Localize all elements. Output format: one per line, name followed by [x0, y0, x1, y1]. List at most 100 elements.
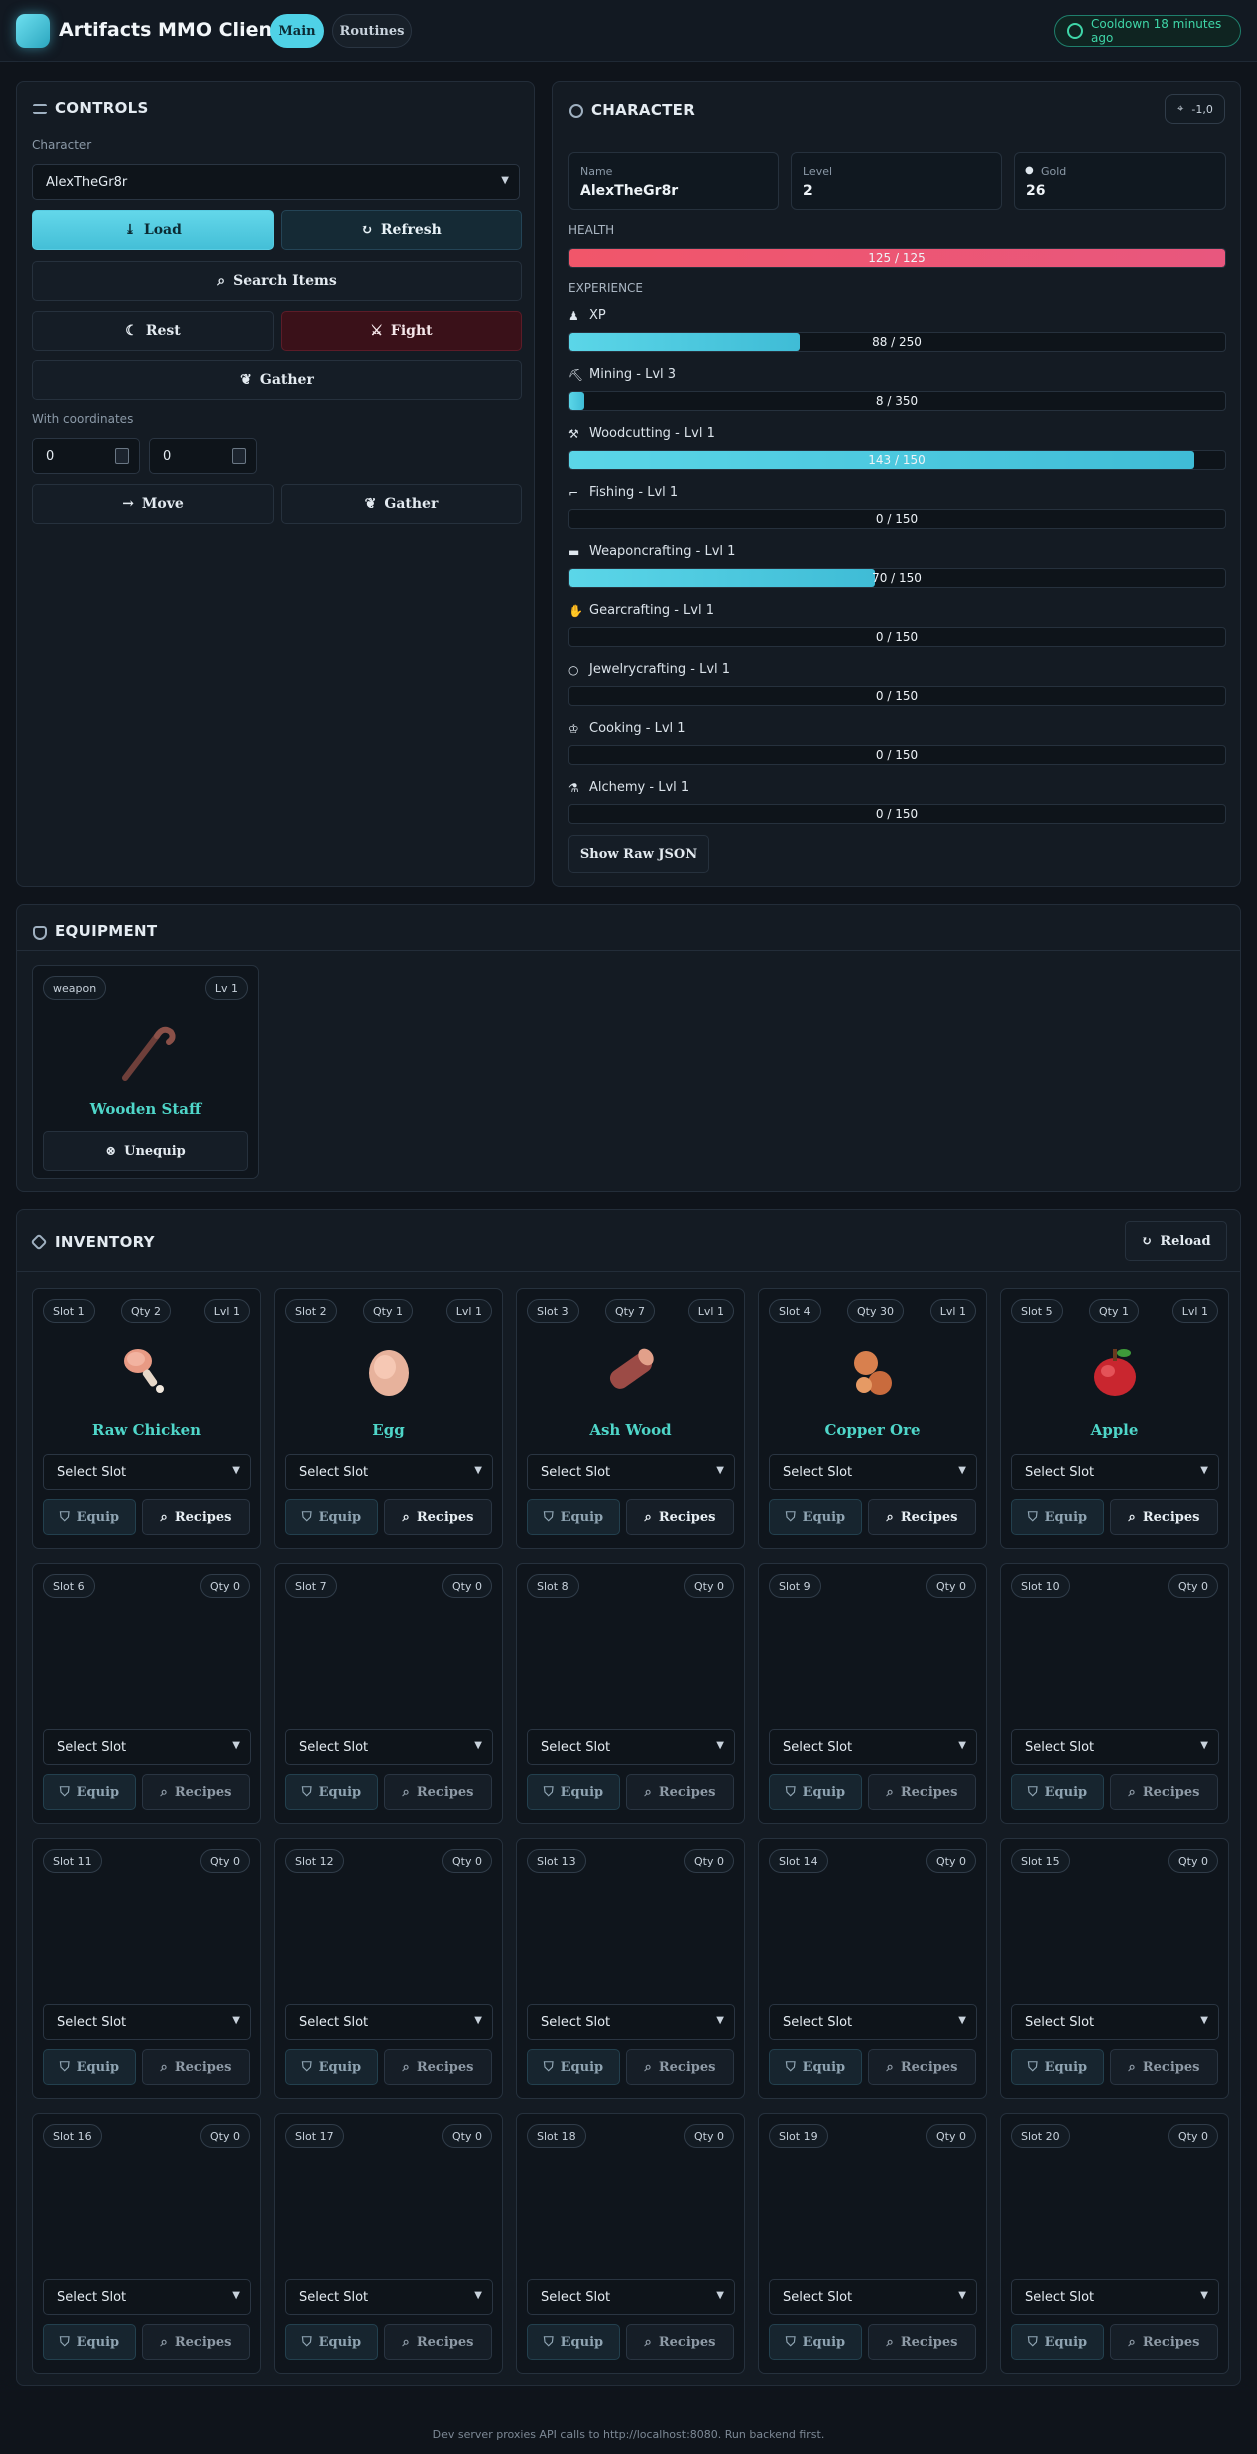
- equip-button[interactable]: ⛉ Equip: [43, 2049, 136, 2085]
- shield-icon: ⛉: [785, 2334, 796, 2350]
- slot-select[interactable]: Select Slot ▼: [43, 1729, 251, 1765]
- slot-select[interactable]: Select Slot ▼: [769, 1729, 977, 1765]
- equip-button[interactable]: ⛉ Equip: [527, 1774, 620, 1810]
- recipes-button[interactable]: ⌕ Recipes: [626, 1774, 734, 1810]
- equip-button[interactable]: ⛉ Equip: [285, 1499, 378, 1535]
- refresh-button[interactable]: ↻ Refresh: [281, 210, 522, 250]
- slot-select[interactable]: Select Slot ▼: [1011, 1454, 1219, 1490]
- rest-button[interactable]: ☾ Rest: [32, 311, 274, 351]
- axe-icon: ⚒: [568, 427, 579, 441]
- slot-select[interactable]: Select Slot ▼: [43, 1454, 251, 1490]
- load-button[interactable]: ⤓ Load: [32, 210, 274, 250]
- shield-icon: ⛉: [1027, 1509, 1038, 1525]
- equip-button[interactable]: ⛉ Equip: [1011, 1499, 1104, 1535]
- y-coord-stepper[interactable]: [232, 448, 246, 464]
- recipes-button[interactable]: ⌕ Recipes: [384, 2049, 492, 2085]
- recipes-button[interactable]: ⌕ Recipes: [142, 2324, 250, 2360]
- equip-button[interactable]: ⛉ Equip: [1011, 1774, 1104, 1810]
- slot-select[interactable]: Select Slot ▼: [527, 1729, 735, 1765]
- cooldown-text: Cooldown 18 minutes ago: [1091, 17, 1222, 45]
- recipes-button[interactable]: ⌕ Recipes: [1110, 1774, 1218, 1810]
- equip-button[interactable]: ⛉ Equip: [527, 2324, 620, 2360]
- character-select[interactable]: AlexTheGr8r ▼: [32, 164, 520, 200]
- fight-button[interactable]: ⚔ Fight: [281, 311, 522, 351]
- x-coord-stepper[interactable]: [115, 448, 129, 464]
- recipes-button[interactable]: ⌕ Recipes: [142, 2049, 250, 2085]
- x-coord-input[interactable]: 0: [32, 438, 140, 474]
- search-icon: ⌕: [1128, 1509, 1136, 1525]
- equip-button[interactable]: ⛉ Equip: [285, 2049, 378, 2085]
- reload-button[interactable]: ↻ Reload: [1125, 1221, 1227, 1261]
- equip-button[interactable]: ⛉ Equip: [43, 1774, 136, 1810]
- slot-select-value: Select Slot: [1025, 1739, 1095, 1755]
- slot-select-value: Select Slot: [783, 2014, 853, 2030]
- recipes-button[interactable]: ⌕ Recipes: [142, 1774, 250, 1810]
- slot-select[interactable]: Select Slot ▼: [285, 1454, 493, 1490]
- recipes-button[interactable]: ⌕ Recipes: [384, 2324, 492, 2360]
- equip-button[interactable]: ⛉ Equip: [769, 1774, 862, 1810]
- equip-button[interactable]: ⛉ Equip: [285, 2324, 378, 2360]
- recipes-button[interactable]: ⌕ Recipes: [142, 1499, 250, 1535]
- tab-routines[interactable]: Routines: [332, 14, 412, 48]
- recipes-button[interactable]: ⌕ Recipes: [868, 2049, 976, 2085]
- recipes-button[interactable]: ⌕ Recipes: [868, 2324, 976, 2360]
- inventory-slot-card: Slot 2 Qty 1 Lvl 1 Egg Select Slot ▼ ⛉ Equip ⌕ Re…: [274, 1288, 503, 1549]
- slot-select[interactable]: Select Slot ▼: [285, 2004, 493, 2040]
- slot-select[interactable]: Select Slot ▼: [1011, 1729, 1219, 1765]
- inventory-slot-card: Slot 10 Qty 0 Select Slot ▼ ⛉ Equip ⌕ Recipes: [1000, 1563, 1229, 1824]
- recipes-button[interactable]: ⌕ Recipes: [868, 1774, 976, 1810]
- equip-label: Equip: [76, 2059, 120, 2075]
- slot-select[interactable]: Select Slot ▼: [43, 2004, 251, 2040]
- recipes-button[interactable]: ⌕ Recipes: [626, 2324, 734, 2360]
- equip-button[interactable]: ⛉ Equip: [43, 2324, 136, 2360]
- slot-select[interactable]: Select Slot ▼: [527, 2279, 735, 2315]
- equip-button[interactable]: ⛉ Equip: [527, 2049, 620, 2085]
- skill-label: XP: [589, 308, 606, 323]
- slot-select[interactable]: Select Slot ▼: [43, 2279, 251, 2315]
- slot-select[interactable]: Select Slot ▼: [285, 1729, 493, 1765]
- slot-select[interactable]: Select Slot ▼: [1011, 2004, 1219, 2040]
- slot-select[interactable]: Select Slot ▼: [769, 2004, 977, 2040]
- equip-button[interactable]: ⛉ Equip: [769, 1499, 862, 1535]
- equip-button[interactable]: ⛉ Equip: [1011, 2049, 1104, 2085]
- search-items-button[interactable]: ⌕ Search Items: [32, 261, 522, 301]
- slot-select[interactable]: Select Slot ▼: [527, 1454, 735, 1490]
- recipes-button[interactable]: ⌕ Recipes: [626, 1499, 734, 1535]
- item-name: Egg: [372, 1421, 405, 1439]
- y-coord-input[interactable]: 0: [149, 438, 257, 474]
- coords-label: With coordinates: [32, 412, 134, 426]
- recipes-button[interactable]: ⌕ Recipes: [384, 1499, 492, 1535]
- recipes-button[interactable]: ⌕ Recipes: [1110, 2049, 1218, 2085]
- recipes-button[interactable]: ⌕ Recipes: [1110, 1499, 1218, 1535]
- chevron-down-icon: ▼: [474, 1740, 482, 1751]
- equip-button[interactable]: ⛉ Equip: [769, 2324, 862, 2360]
- recipes-label: Recipes: [1142, 1784, 1200, 1800]
- slot-select[interactable]: Select Slot ▼: [527, 2004, 735, 2040]
- equip-button[interactable]: ⛉ Equip: [285, 1774, 378, 1810]
- equip-label: Equip: [560, 1509, 604, 1525]
- equip-button[interactable]: ⛉ Equip: [43, 1499, 136, 1535]
- gather-at-button[interactable]: ❦ Gather: [281, 484, 522, 524]
- recipes-button[interactable]: ⌕ Recipes: [384, 1774, 492, 1810]
- equip-button[interactable]: ⛉ Equip: [527, 1499, 620, 1535]
- equip-button[interactable]: ⛉ Equip: [769, 2049, 862, 2085]
- equip-button[interactable]: ⛉ Equip: [1011, 2324, 1104, 2360]
- recipes-button[interactable]: ⌕ Recipes: [1110, 2324, 1218, 2360]
- slot-select[interactable]: Select Slot ▼: [285, 2279, 493, 2315]
- move-button[interactable]: → Move: [32, 484, 274, 524]
- recipes-label: Recipes: [174, 1509, 232, 1525]
- wood-icon: [598, 1339, 664, 1409]
- recipes-label: Recipes: [658, 1509, 716, 1525]
- search-icon: ⌕: [886, 1509, 894, 1525]
- unequip-button[interactable]: ⊗ Unequip: [43, 1131, 248, 1171]
- name-box: Name AlexTheGr8r: [568, 152, 779, 210]
- tab-main[interactable]: Main: [270, 14, 324, 48]
- recipes-button[interactable]: ⌕ Recipes: [626, 2049, 734, 2085]
- slot-select[interactable]: Select Slot ▼: [1011, 2279, 1219, 2315]
- name-value: AlexTheGr8r: [580, 183, 679, 199]
- recipes-button[interactable]: ⌕ Recipes: [868, 1499, 976, 1535]
- show-raw-json-button[interactable]: Show Raw JSON: [568, 835, 709, 873]
- gather-button[interactable]: ❦ Gather: [32, 360, 522, 400]
- slot-select[interactable]: Select Slot ▼: [769, 1454, 977, 1490]
- slot-select[interactable]: Select Slot ▼: [769, 2279, 977, 2315]
